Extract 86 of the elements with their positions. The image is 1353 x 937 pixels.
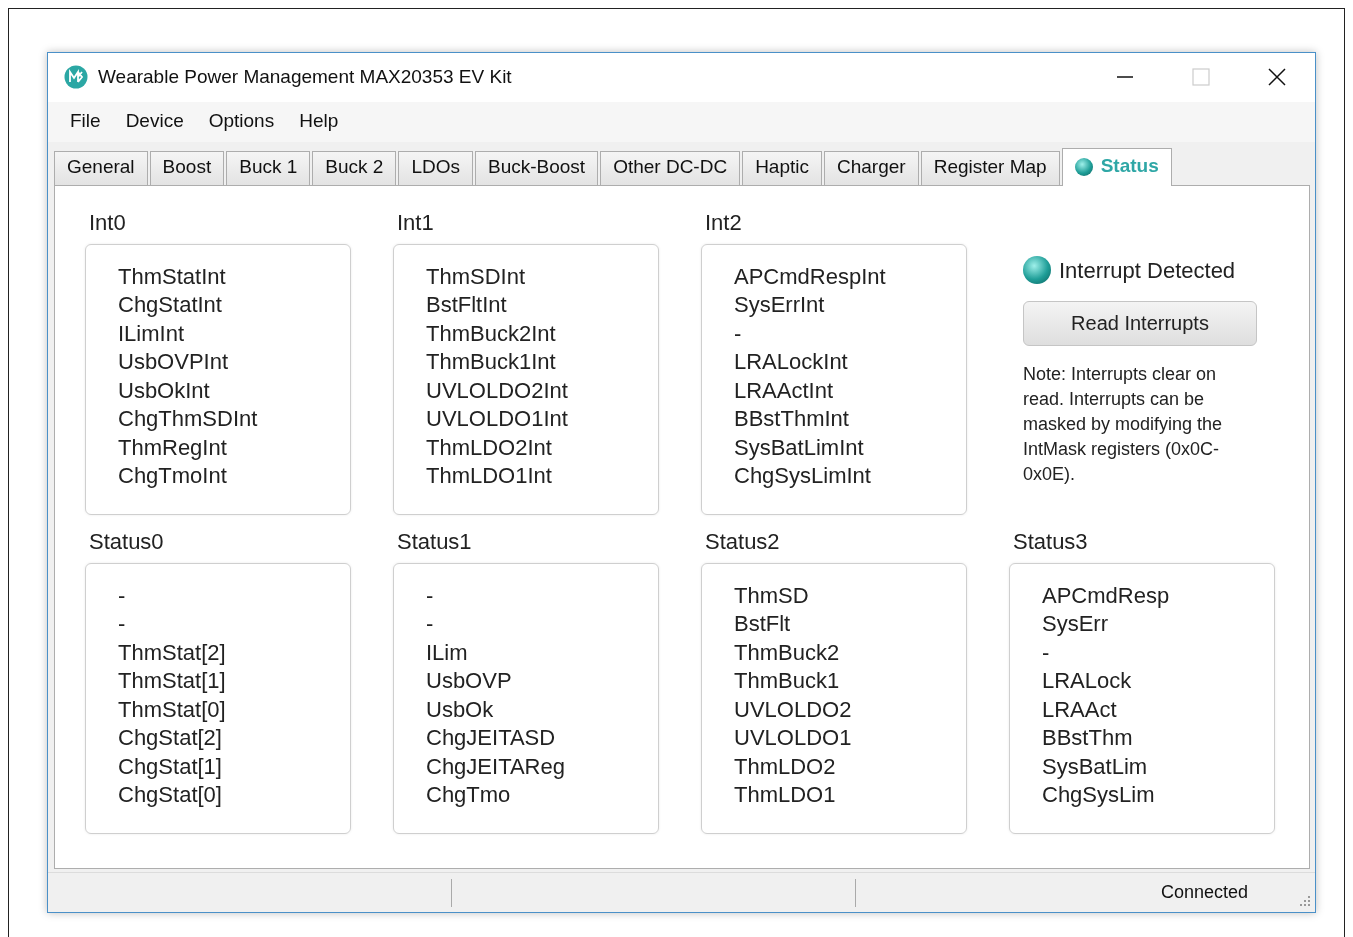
- bit-label: ThmStat[1]: [118, 667, 227, 696]
- bit-label: SysErrInt: [734, 291, 826, 320]
- bit-label: APCmdRespInt: [734, 262, 887, 291]
- bit-label: BBstThmInt: [734, 405, 850, 434]
- bit-label: ChgTmo: [426, 781, 512, 810]
- bit-label: ChgSysLimInt: [734, 462, 872, 491]
- bit-label: ThmLDO1: [734, 781, 837, 810]
- status-text: Connected: [1161, 881, 1249, 905]
- bit-label: UVLOLDO2Int: [426, 376, 569, 405]
- bit-label: ThmBuck1: [734, 667, 841, 696]
- resize-grip-icon: [1297, 894, 1311, 908]
- bit-label: ThmLDO2: [734, 752, 837, 781]
- bit-label: LRALock: [1042, 667, 1133, 696]
- bit-label: -: [118, 610, 127, 639]
- window-title: Wearable Power Management MAX20353 EV Kit: [98, 65, 512, 90]
- bit-label: ChgStatInt: [118, 291, 223, 320]
- indicator-label: Interrupt Detected: [1059, 256, 1236, 285]
- bit-label: ThmBuck2Int: [426, 319, 557, 348]
- tab[interactable]: General: [54, 150, 148, 185]
- menu-item[interactable]: Help: [289, 107, 354, 136]
- bit-label: ChgStat[1]: [118, 752, 223, 781]
- bit-label: ChgThmSDInt: [118, 405, 259, 434]
- bit-label: -: [734, 319, 743, 348]
- bit-label: SysBatLimInt: [734, 433, 865, 462]
- bit-label: ThmBuck2: [734, 638, 841, 667]
- bit-label: SysBatLim: [1042, 752, 1149, 781]
- bit-label: ThmLDO2Int: [426, 433, 553, 462]
- app-logo-icon: [64, 65, 88, 90]
- bit-label: ChgStat[0]: [118, 781, 223, 810]
- bit-label: -: [1042, 638, 1051, 667]
- bit-label: UsbOkInt: [118, 376, 211, 405]
- bit-label: UVLOLDO1: [734, 724, 853, 753]
- bit-label: LRAActInt: [734, 376, 835, 405]
- bit-label: ThmStatInt: [118, 262, 227, 291]
- tab[interactable]: Buck 1: [226, 150, 311, 185]
- bit-label: BBstThm: [1042, 724, 1134, 753]
- tab[interactable]: Boost: [149, 150, 225, 185]
- tab[interactable]: Charger: [824, 150, 919, 185]
- tab[interactable]: Buck-Boost: [474, 150, 599, 185]
- read-interrupts-button[interactable]: Read Interrupts: [1023, 300, 1257, 346]
- tab[interactable]: Other DC-DC: [600, 150, 741, 185]
- group-title: Status3: [1013, 528, 1089, 555]
- bit-label: LRAAct: [1042, 695, 1118, 724]
- bit-label: ThmLDO1Int: [426, 462, 553, 491]
- bit-label: ThmRegInt: [118, 433, 228, 462]
- bit-label: ThmSDInt: [426, 262, 527, 291]
- group-title: Int1: [397, 209, 435, 236]
- bit-label: ThmSD: [734, 581, 810, 610]
- bit-label: APCmdResp: [1042, 581, 1171, 610]
- tab[interactable]: Buck 2: [312, 150, 397, 185]
- bit-label: UsbOVP: [426, 667, 513, 696]
- bit-label: ChgTmoInt: [118, 462, 228, 491]
- tab[interactable]: LDOs: [398, 150, 473, 185]
- note-text: Note: Interrupts clear on read. Interrupts can be masked by modifying the IntMask registers (0x0C-0x0E).: [1023, 362, 1224, 486]
- menu-item[interactable]: File: [60, 107, 116, 136]
- group-title: Status0: [89, 528, 165, 555]
- bit-label: UVLOLDO1Int: [426, 405, 569, 434]
- bit-label: LRALockInt: [734, 348, 849, 377]
- tab[interactable]: Register Map: [920, 150, 1060, 185]
- bit-label: -: [118, 581, 127, 610]
- bit-label: UsbOVPInt: [118, 348, 230, 377]
- bit-label: ThmStat[2]: [118, 638, 227, 667]
- bit-label: UsbOk: [426, 695, 495, 724]
- group-title: Status1: [397, 528, 473, 555]
- menu-item[interactable]: Device: [115, 107, 199, 136]
- bit-label: ILimInt: [118, 319, 186, 348]
- close-button[interactable]: [1267, 67, 1287, 88]
- group-title: Int0: [89, 209, 127, 236]
- bit-label: ILim: [426, 638, 469, 667]
- bit-label: ChgSysLim: [1042, 781, 1156, 810]
- bit-label: ChgJEITAReg: [426, 752, 566, 781]
- bit-label: SysErr: [1042, 610, 1109, 639]
- bit-label: BstFlt: [734, 610, 792, 639]
- status-light-icon: [1074, 157, 1093, 176]
- bit-label: -: [426, 581, 435, 610]
- group-title: Status2: [705, 528, 781, 555]
- tab[interactable]: Haptic: [742, 150, 822, 185]
- bit-label: ChgJEITASD: [426, 724, 557, 753]
- bit-label: ChgStat[2]: [118, 724, 223, 753]
- group-title: Int2: [705, 209, 743, 236]
- menu-item[interactable]: Options: [198, 107, 290, 136]
- bit-label: ThmBuck1Int: [426, 348, 557, 377]
- bit-label: -: [426, 610, 435, 639]
- bit-label: BstFltInt: [426, 291, 508, 320]
- bit-label: UVLOLDO2: [734, 695, 853, 724]
- bit-label: ThmStat[0]: [118, 695, 227, 724]
